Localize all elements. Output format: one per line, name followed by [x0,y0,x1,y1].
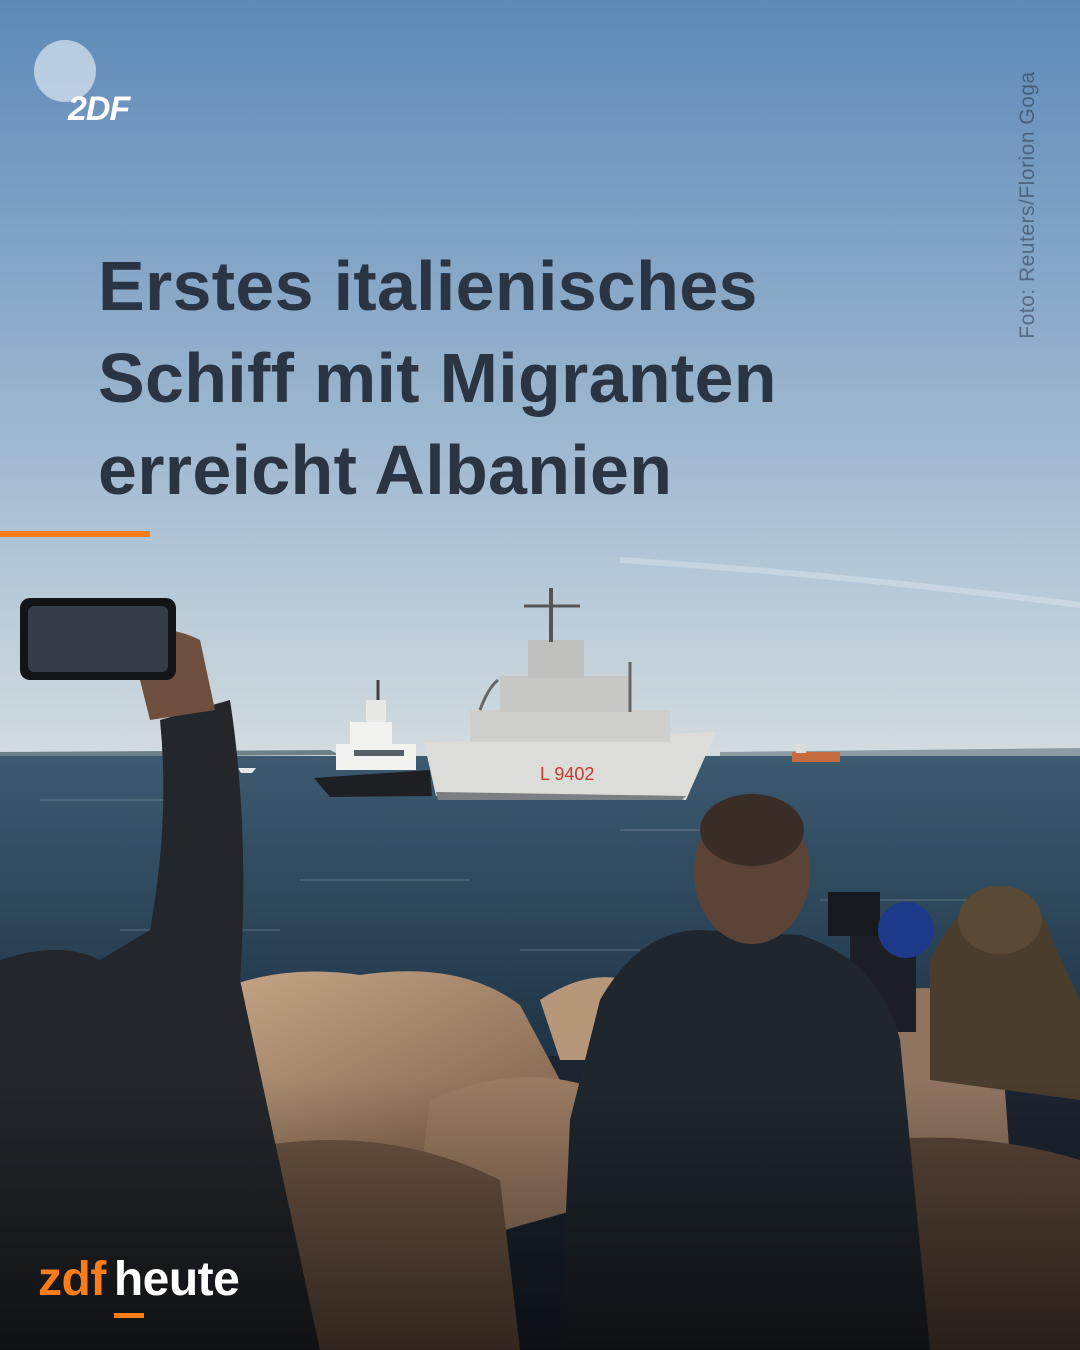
bottom-shade [0,1080,1080,1350]
headline-line-2: Schiff mit Migranten [98,339,777,417]
zdf-logo-icon: 2DF [34,40,130,128]
headline: Erstes italienisches Schiff mit Migrante… [98,240,998,516]
headline-line-1: Erstes italienisches [98,247,758,325]
harbor-photo: L 9402 [0,0,1080,1350]
accent-divider [0,531,150,537]
microphone-icon [878,902,934,958]
photo-credit-text: Foto: Reuters/Florion Goga [1016,71,1039,339]
zdfheute-logo: zdf heute [38,1252,240,1318]
smartphone [20,598,176,680]
hull-number: L 9402 [540,764,594,784]
brand-part-heute: heute [113,1253,240,1318]
headline-line-3: erreicht Albanien [98,431,673,509]
zdf-logo-text: 2DF [68,90,130,128]
brand-part-heute-text: heute [113,1253,240,1306]
post-canvas: L 9402 2DF Foto: Reuters/Florion Goga Er… [0,0,1080,1350]
photo-credit: Foto: Reuters/Florion Goga [1016,40,1040,370]
brand-underscore [113,1313,144,1318]
brand-part-zdf: zdf [38,1253,106,1306]
